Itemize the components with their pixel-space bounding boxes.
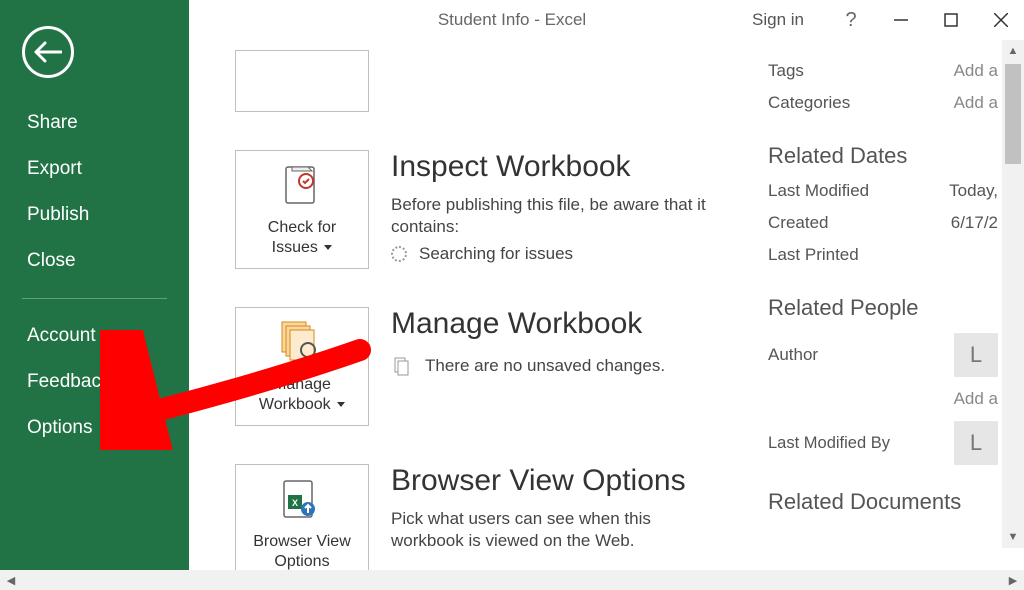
related-people-heading: Related People (768, 295, 998, 321)
last-modified-by-avatar[interactable]: L (954, 421, 998, 465)
last-modified-by-label: Last Modified By (768, 434, 890, 453)
vertical-scrollbar[interactable]: ▲ ▼ (1002, 40, 1024, 548)
close-icon (994, 13, 1008, 27)
scroll-left-button[interactable]: ◀ (0, 570, 22, 590)
author-avatar[interactable]: L (954, 333, 998, 377)
scroll-down-button[interactable]: ▼ (1002, 526, 1024, 548)
minimize-button[interactable] (878, 0, 924, 40)
sidebar-item-share[interactable]: Share (0, 100, 189, 146)
sidebar-item-options[interactable]: Options (0, 405, 189, 451)
minimize-icon (894, 13, 908, 27)
check-for-issues-tile[interactable]: Check for Issues (235, 150, 369, 269)
window-title: Student Info - Excel (438, 10, 586, 30)
partial-tile (235, 50, 369, 112)
manage-status: There are no unsaved changes. (425, 356, 665, 376)
restore-icon (944, 13, 958, 27)
close-window-button[interactable] (978, 0, 1024, 40)
inspect-status: Searching for issues (419, 244, 573, 264)
categories-value[interactable]: Add a (954, 93, 998, 113)
browser-view-options-tile[interactable]: X Browser View Options (235, 464, 369, 570)
manage-workbook-tile[interactable]: Manage Workbook (235, 307, 369, 426)
backstage-sidebar: Share Export Publish Close Account Feedb… (0, 0, 189, 570)
tile-label: Check for Issues (244, 218, 360, 258)
sidebar-separator (22, 298, 167, 299)
tags-label: Tags (768, 61, 804, 81)
scroll-up-button[interactable]: ▲ (1002, 40, 1024, 62)
chevron-down-icon (337, 402, 345, 407)
sidebar-item-publish[interactable]: Publish (0, 192, 189, 238)
related-dates-heading: Related Dates (768, 143, 998, 169)
check-issues-icon (276, 163, 328, 207)
scroll-right-button[interactable]: ▶ (1002, 570, 1024, 590)
related-documents-heading: Related Documents (768, 489, 998, 515)
tile-label: Manage Workbook (244, 375, 360, 415)
add-author-link[interactable]: Add a (954, 389, 998, 409)
sidebar-item-feedback[interactable]: Feedback (0, 359, 189, 405)
chevron-down-icon (324, 245, 332, 250)
document-icon (391, 355, 413, 377)
last-modified-value: Today, (949, 181, 998, 201)
tile-label: Browser View Options (244, 532, 360, 570)
last-printed-label: Last Printed (768, 245, 859, 265)
browser-view-icon: X (276, 477, 328, 521)
restore-button[interactable] (928, 0, 974, 40)
horizontal-scrollbar[interactable]: ◀ ▶ (0, 570, 1024, 590)
help-button[interactable]: ? (828, 0, 874, 40)
sidebar-item-export[interactable]: Export (0, 146, 189, 192)
browser-view-description: Pick what users can see when this workbo… (391, 508, 671, 552)
sidebar-item-account[interactable]: Account (0, 313, 189, 359)
tags-value[interactable]: Add a (954, 61, 998, 81)
svg-text:X: X (292, 498, 298, 508)
info-panel: Check for Issues Inspect Workbook Before… (189, 40, 1024, 570)
author-label: Author (768, 345, 818, 365)
properties-panel: Tags Add a Categories Add a Related Date… (768, 40, 998, 521)
last-modified-label: Last Modified (768, 181, 869, 201)
sidebar-item-close[interactable]: Close (0, 238, 189, 284)
sign-in-link[interactable]: Sign in (752, 10, 804, 30)
created-value: 6/17/2 (951, 213, 998, 233)
inspect-workbook-description: Before publishing this file, be aware th… (391, 194, 711, 238)
scroll-thumb[interactable] (1005, 64, 1021, 164)
manage-workbook-icon (276, 320, 328, 364)
created-label: Created (768, 213, 828, 233)
back-button[interactable] (22, 26, 74, 78)
spinner-icon (391, 246, 407, 262)
categories-label: Categories (768, 93, 850, 113)
back-arrow-icon (34, 41, 62, 63)
